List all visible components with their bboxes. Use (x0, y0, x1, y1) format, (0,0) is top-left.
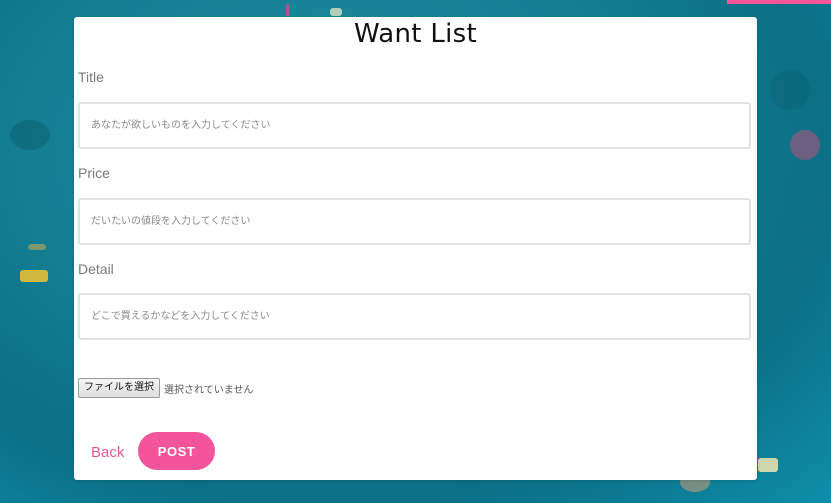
choose-file-button[interactable]: ファイルを選択 (78, 378, 160, 398)
price-label: Price (78, 165, 110, 181)
price-input[interactable] (78, 198, 751, 245)
file-upload-row: ファイルを選択 選択されていません (78, 378, 253, 398)
detail-input[interactable] (78, 293, 751, 340)
post-button[interactable]: POST (138, 432, 215, 470)
detail-label: Detail (78, 261, 114, 277)
want-list-form-card: Want List Title Price Detail ファイルを選択 選択さ… (74, 17, 757, 480)
title-label: Title (78, 69, 104, 85)
top-accent-bar (727, 0, 831, 4)
file-status-text: 選択されていません (164, 384, 254, 396)
page-title: Want List (353, 19, 478, 49)
title-input[interactable] (78, 102, 751, 149)
back-link[interactable]: Back (91, 444, 124, 461)
